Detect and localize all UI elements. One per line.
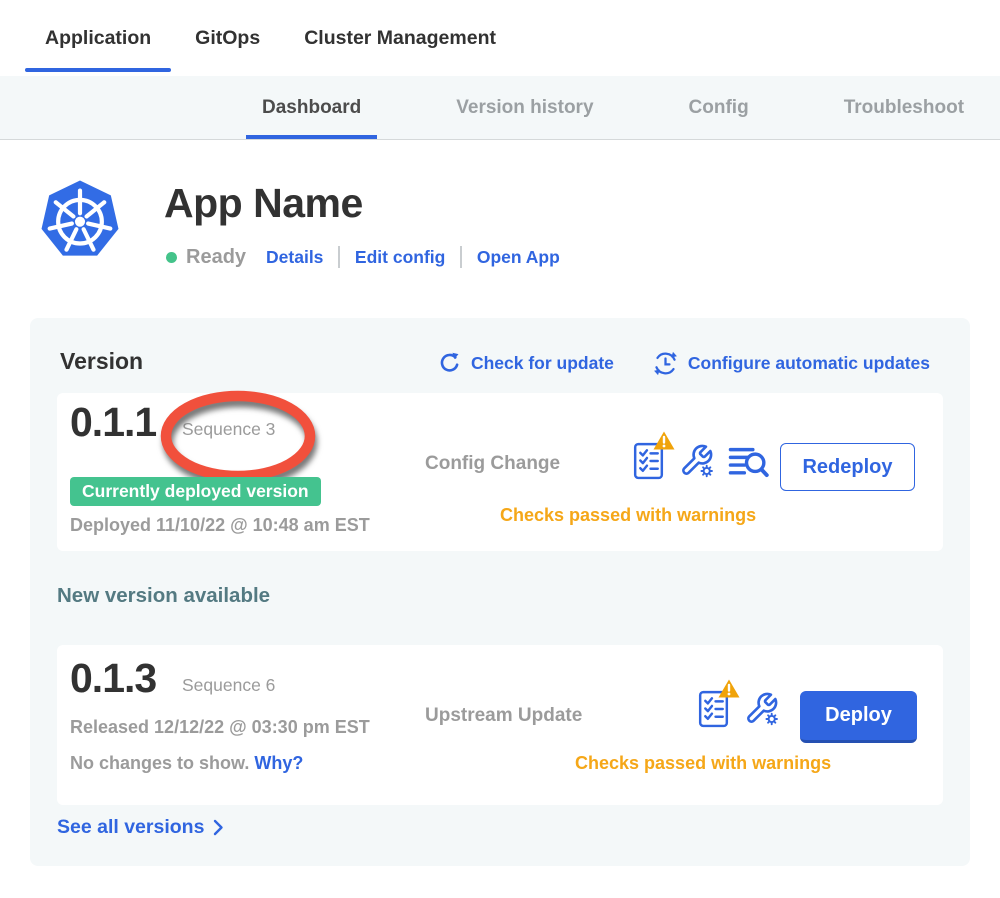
current-checks-status: Checks passed with warnings	[500, 505, 756, 526]
deploy-button[interactable]: Deploy	[800, 691, 917, 743]
deployed-timestamp: Deployed 11/10/22 @ 10:48 am EST	[70, 515, 370, 536]
version-card: Version Check for update Con	[30, 318, 970, 866]
app-status-row: Ready Details Edit config Open App	[166, 244, 560, 270]
current-version-number: 0.1.1	[70, 399, 156, 446]
edit-config-link[interactable]: Edit config	[355, 247, 445, 268]
tab-application[interactable]: Application	[23, 0, 173, 76]
available-source-label: Upstream Update	[425, 705, 582, 727]
app-sub-nav: Dashboard Version history Config Trouble…	[0, 76, 1000, 140]
version-card-title: Version	[60, 348, 143, 375]
see-all-versions-link[interactable]: See all versions	[57, 816, 224, 839]
configure-automatic-updates-link[interactable]: Configure automatic updates	[652, 350, 930, 377]
chevron-right-icon	[213, 819, 224, 836]
status-dot-icon	[166, 252, 177, 263]
kubernetes-logo-icon	[38, 178, 122, 262]
warning-triangle-icon	[718, 679, 740, 698]
divider	[460, 246, 462, 268]
why-link[interactable]: Why?	[254, 753, 303, 773]
tab-cluster-management[interactable]: Cluster Management	[282, 0, 518, 76]
status-badge: Ready	[186, 246, 246, 269]
new-version-heading: New version available	[57, 584, 270, 608]
refresh-icon	[437, 351, 462, 376]
view-files-icon[interactable]	[728, 439, 770, 479]
preflight-checks-icon[interactable]	[698, 687, 730, 727]
preflight-checks-icon[interactable]	[633, 439, 665, 479]
check-for-update-link[interactable]: Check for update	[437, 351, 614, 376]
available-sequence-label: Sequence 6	[182, 675, 275, 696]
redeploy-button[interactable]: Redeploy	[780, 443, 915, 491]
available-checks-status: Checks passed with warnings	[575, 753, 831, 774]
details-link[interactable]: Details	[266, 247, 323, 268]
tab-version-history[interactable]: Version history	[440, 76, 609, 139]
tab-config[interactable]: Config	[673, 76, 765, 139]
auto-update-clock-icon	[652, 350, 679, 377]
tab-gitops[interactable]: GitOps	[173, 0, 282, 76]
available-version-row: 0.1.3 Sequence 6 Released 12/12/22 @ 03:…	[57, 645, 943, 805]
current-version-row: 0.1.1 Sequence 3 Currently deployed vers…	[57, 393, 943, 551]
config-wrench-icon[interactable]	[744, 687, 779, 726]
no-changes-text: No changes to show. Why?	[70, 753, 303, 774]
currently-deployed-badge: Currently deployed version	[70, 477, 321, 506]
current-source-label: Config Change	[425, 453, 560, 475]
page-title: App Name	[164, 180, 363, 227]
released-timestamp: Released 12/12/22 @ 03:30 pm EST	[70, 717, 370, 738]
warning-triangle-icon	[653, 431, 675, 450]
tab-dashboard[interactable]: Dashboard	[246, 76, 377, 139]
available-version-number: 0.1.3	[70, 655, 156, 702]
divider	[338, 246, 340, 268]
config-wrench-icon[interactable]	[679, 439, 714, 478]
top-nav: Application GitOps Cluster Management	[0, 0, 1000, 76]
open-app-link[interactable]: Open App	[477, 247, 560, 268]
current-sequence-label: Sequence 3	[182, 419, 275, 440]
tab-troubleshoot[interactable]: Troubleshoot	[828, 76, 980, 139]
